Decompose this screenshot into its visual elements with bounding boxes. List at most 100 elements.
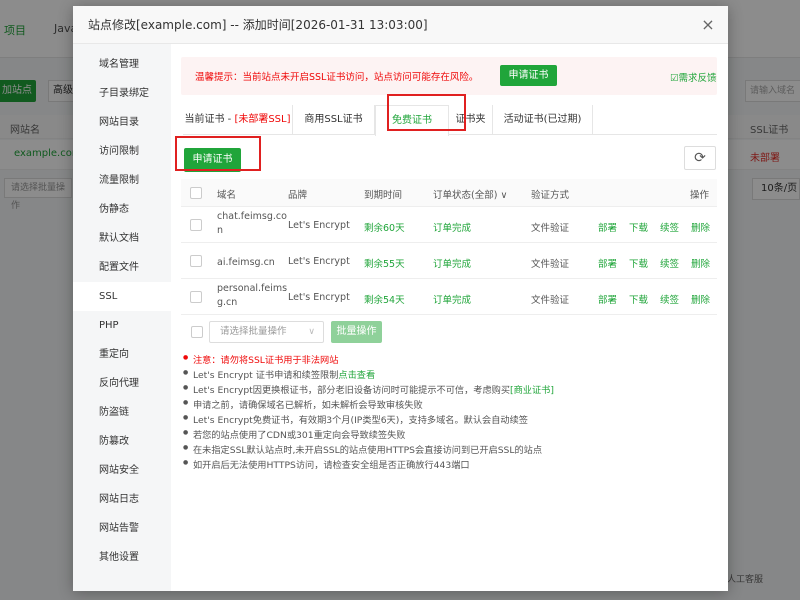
- tip-item: Let's Encrypt免费证书，有效期3个月(IP类型6天)，支持多域名。默…: [183, 412, 528, 426]
- sidebar-item[interactable]: SSL: [73, 282, 171, 311]
- row-checkbox[interactable]: [190, 219, 202, 231]
- row-domain-line2: g.cn: [217, 297, 238, 308]
- row-domain-line1: personal.feims: [217, 283, 288, 294]
- th-verify: 验证方式: [531, 190, 570, 201]
- row-brand: Let's Encrypt: [288, 292, 350, 303]
- tip-item: Let's Encrypt 证书申请和续签限制点击查看: [183, 367, 375, 381]
- row-domain-line2: n: [217, 225, 224, 236]
- row-domain: chat.feimsg.co n: [217, 210, 287, 238]
- refresh-icon[interactable]: ⟳: [684, 146, 716, 170]
- batch-select-label: 请选择批量操作: [220, 326, 287, 337]
- deploy-link[interactable]: 部署: [598, 220, 617, 234]
- tip-text: 若您的站点使用了CDN或301重定向会导致续签失败: [193, 430, 406, 441]
- download-link[interactable]: 下载: [629, 292, 648, 306]
- feedback-label: 需求反馈: [678, 73, 717, 84]
- sidebar-item[interactable]: 网站告警: [73, 514, 171, 543]
- row-brand: Let's Encrypt: [288, 220, 350, 231]
- renew-link[interactable]: 续签: [660, 292, 679, 306]
- renew-link[interactable]: 续签: [660, 220, 679, 234]
- ssl-tabs: 当前证书 - [未部署SSL] 商用SSL证书 免费证书 证书夹 活动证书(已过…: [183, 105, 717, 136]
- sidebar-item[interactable]: 重定向: [73, 340, 171, 369]
- tip-text: Let's Encrypt因更换根证书，部分老旧设备访问时可能提示不可信，考虑购…: [193, 385, 511, 396]
- tip-link[interactable]: 点击查看: [338, 370, 375, 381]
- tab-current-cert[interactable]: 当前证书 - [未部署SSL]: [183, 105, 293, 135]
- select-all-checkbox[interactable]: [190, 187, 202, 199]
- th-brand: 品牌: [288, 190, 308, 201]
- batch-operation-select[interactable]: 请选择批量操作 ∨: [209, 321, 324, 343]
- row-domain: personal.feims g.cn: [217, 282, 287, 310]
- notice-apply-cert-button[interactable]: 申请证书: [500, 65, 557, 86]
- download-link[interactable]: 下载: [629, 256, 648, 270]
- batch-operation-button[interactable]: 批量操作: [331, 321, 382, 343]
- sidebar-item[interactable]: 网站日志: [73, 485, 171, 514]
- tip-text: Let's Encrypt免费证书，有效期3个月(IP类型6天)，支持多域名。默…: [193, 415, 528, 426]
- tip-item: 如开启后无法使用HTTPS访问，请检查安全组是否正确放行443端口: [183, 457, 470, 471]
- sidebar-item[interactable]: 子目录绑定: [73, 79, 171, 108]
- sidebar-item[interactable]: 网站目录: [73, 108, 171, 137]
- site-edit-dialog: 站点修改[example.com] -- 添加时间[2026-01-31 13:…: [73, 6, 728, 591]
- batch-checkbox[interactable]: [191, 326, 203, 338]
- row-order-status: 订单完成: [433, 259, 472, 270]
- row-brand: Let's Encrypt: [288, 256, 350, 267]
- feedback-link[interactable]: ☑需求反馈: [670, 70, 717, 84]
- sidebar-item[interactable]: 配置文件: [73, 253, 171, 282]
- tip-text: 如开启后无法使用HTTPS访问，请检查安全组是否正确放行443端口: [193, 460, 470, 471]
- row-order-status: 订单完成: [433, 295, 472, 306]
- feedback-check-icon: ☑: [670, 73, 679, 84]
- sidebar-item[interactable]: 伪静态: [73, 195, 171, 224]
- delete-link[interactable]: 删除: [691, 220, 710, 234]
- sidebar-item[interactable]: 防篡改: [73, 427, 171, 456]
- th-domain: 域名: [217, 190, 237, 201]
- row-expire: 剩余55天: [364, 259, 405, 270]
- sidebar-item[interactable]: 其他设置: [73, 543, 171, 572]
- th-order-status-label: 订单状态(全部): [433, 190, 498, 201]
- tip-item: 申请之前，请确保域名已解析，如未解析会导致审核失败: [183, 397, 423, 411]
- tab-cert-folder[interactable]: 证书夹: [449, 105, 493, 135]
- tip-item: 若您的站点使用了CDN或301重定向会导致续签失败: [183, 427, 406, 441]
- sidebar-item[interactable]: 域名管理: [73, 50, 171, 79]
- tab-commercial-ssl[interactable]: 商用SSL证书: [293, 105, 375, 135]
- dialog-title: 站点修改[example.com] -- 添加时间[2026-01-31 13:…: [73, 6, 728, 44]
- sidebar-item[interactable]: 防盗链: [73, 398, 171, 427]
- row-domain-line1: ai.feimsg.cn: [217, 257, 275, 268]
- row-verify: 文件验证: [531, 223, 570, 234]
- tab-free-cert[interactable]: 免费证书: [375, 105, 449, 136]
- cert-table-header: 域名 品牌 到期时间 订单状态(全部) ∨ 验证方式 操作: [181, 179, 717, 207]
- sidebar-item[interactable]: 默认文档: [73, 224, 171, 253]
- deploy-link[interactable]: 部署: [598, 292, 617, 306]
- tip-text: 申请之前，请确保域名已解析，如未解析会导致审核失败: [193, 400, 423, 411]
- close-icon[interactable]: ×: [700, 17, 716, 33]
- tab-activity-cert[interactable]: 活动证书(已过期): [493, 105, 593, 135]
- chevron-down-icon: ∨: [497, 190, 508, 201]
- tip-link[interactable]: [商业证书]: [510, 385, 554, 396]
- tip-text: 在未指定SSL默认站点时,未开启SSL的站点使用HTTPS会直接访问到已开启SS…: [193, 445, 543, 456]
- sidebar-item[interactable]: 访问限制: [73, 137, 171, 166]
- renew-link[interactable]: 续签: [660, 256, 679, 270]
- sidebar-item[interactable]: PHP: [73, 311, 171, 340]
- delete-link[interactable]: 删除: [691, 292, 710, 306]
- row-checkbox[interactable]: [190, 255, 202, 267]
- sidebar-item[interactable]: 反向代理: [73, 369, 171, 398]
- dialog-sidebar: 域名管理 子目录绑定 网站目录 访问限制 流量限制 伪静态 默认文档 配置文件 SSL PHP 重定…: [73, 44, 171, 591]
- row-order-status: 订单完成: [433, 223, 472, 234]
- row-checkbox[interactable]: [190, 291, 202, 303]
- row-domain: ai.feimsg.cn: [217, 256, 275, 270]
- tip-item: Let's Encrypt因更换根证书，部分老旧设备访问时可能提示不可信，考虑购…: [183, 382, 554, 396]
- sidebar-item[interactable]: 流量限制: [73, 166, 171, 195]
- row-verify: 文件验证: [531, 295, 570, 306]
- apply-cert-button[interactable]: 申请证书: [184, 148, 241, 172]
- download-link[interactable]: 下载: [629, 220, 648, 234]
- notice-text: 温馨提示：当前站点未开启SSL证书访问，站点访问可能存在风险。: [195, 72, 479, 83]
- th-order-status[interactable]: 订单状态(全部) ∨: [433, 187, 507, 201]
- th-expire: 到期时间: [364, 190, 403, 201]
- chevron-down-icon: ∨: [308, 327, 315, 337]
- row-expire: 剩余60天: [364, 223, 405, 234]
- tip-text: Let's Encrypt 证书申请和续签限制: [193, 370, 339, 381]
- deploy-link[interactable]: 部署: [598, 256, 617, 270]
- sidebar-item[interactable]: 网站安全: [73, 456, 171, 485]
- row-expire: 剩余54天: [364, 295, 405, 306]
- tip-text: 注意：请勿将SSL证书用于非法网站: [193, 355, 339, 366]
- row-verify: 文件验证: [531, 259, 570, 270]
- delete-link[interactable]: 删除: [691, 256, 710, 270]
- tab-current-cert-status: [未部署SSL]: [234, 114, 291, 125]
